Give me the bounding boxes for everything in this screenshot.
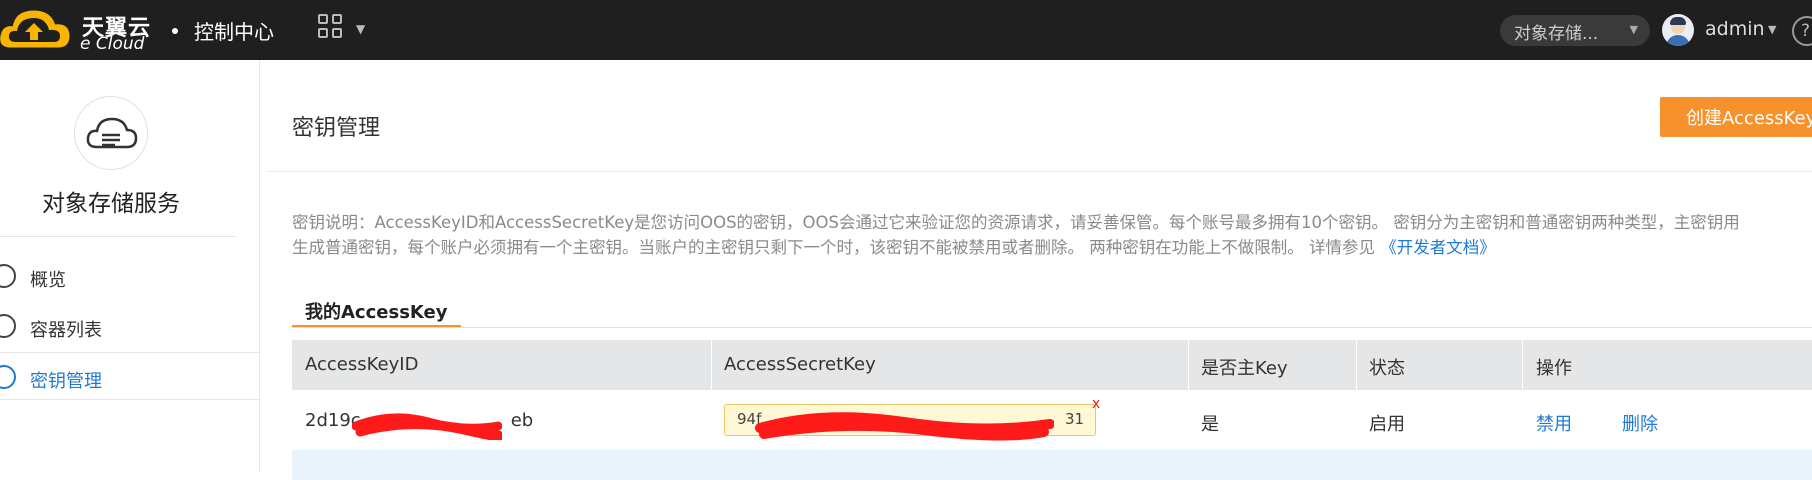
disable-link[interactable]: 禁用 (1536, 410, 1572, 436)
description-line-2: 生成普通密钥，每个账户必须拥有一个主密钥。当账户的主密钥只剩下一个时，该密钥不能… (292, 235, 1812, 260)
chevron-down-icon[interactable]: ▼ (1768, 23, 1776, 36)
sidebar-item-containers[interactable]: 容器列表 (0, 302, 260, 350)
secret-key-head: 94f (737, 410, 762, 428)
column-header-accesssecretkey: AccessSecretKey (724, 354, 876, 375)
console-title[interactable]: 控制中心 (172, 16, 274, 45)
service-select-value: 对象存储... (1514, 24, 1599, 44)
column-header-actions: 操作 (1536, 358, 1572, 379)
tab-my-accesskey[interactable]: 我的AccessKey (305, 298, 447, 324)
sidebar-item-label: 容器列表 (30, 320, 102, 341)
column-header-status: 状态 (1369, 358, 1405, 379)
table-row: 2d19c eb 94f 31 x 是 启用 禁用 删除 (292, 390, 1812, 450)
title-divider (268, 171, 1812, 172)
access-key-id: 2d19c eb (305, 410, 534, 431)
console-title-text: 控制中心 (194, 20, 274, 44)
cloud-logo-icon (0, 10, 70, 48)
close-icon[interactable]: x (1092, 396, 1100, 412)
user-name[interactable]: admin (1705, 18, 1765, 40)
sidebar: 对象存储服务 概览 容器列表 密钥管理 (0, 60, 260, 473)
help-icon[interactable]: ? (1792, 16, 1812, 46)
sidebar-item-label: 概览 (30, 270, 66, 291)
access-secret-key-box: 94f 31 (724, 404, 1096, 436)
page-title: 密钥管理 (292, 116, 381, 141)
table-header: AccessKeyID AccessSecretKey 是否主Key 状态 操作 (292, 340, 1812, 390)
chevron-down-icon: ▼ (1629, 23, 1638, 36)
column-header-is-primary: 是否主Key (1201, 358, 1288, 379)
service-title: 对象存储服务 (42, 191, 180, 217)
chevron-down-icon: ▼ (356, 22, 366, 36)
key-icon (0, 365, 16, 389)
table-row (292, 450, 1812, 480)
tab-baseline (292, 327, 1812, 328)
user-avatar[interactable] (1662, 14, 1694, 46)
service-select[interactable]: 对象存储... ▼ (1500, 15, 1650, 46)
sidebar-item-key-management[interactable]: 密钥管理 (0, 352, 260, 400)
description-line-1: 密钥说明：AccessKeyID和AccessSecretKey是您访问OOS的… (292, 213, 1740, 232)
app-grid-switcher[interactable]: ▼ (318, 14, 376, 46)
container-icon (0, 314, 16, 338)
description-line-2-text: 生成普通密钥，每个账户必须拥有一个主密钥。当账户的主密钥只剩下一个时，该密钥不能… (292, 238, 1381, 257)
ecloud-logo[interactable]: 天翼云 e Cloud (0, 4, 160, 56)
status-value: 启用 (1369, 414, 1405, 435)
sidebar-item-label: 密钥管理 (30, 371, 102, 392)
top-bar: 天翼云 e Cloud 控制中心 ▼ 对象存储... ▼ admin ▼ ? (0, 0, 1812, 60)
key-description: 密钥说明：AccessKeyID和AccessSecretKey是您访问OOS的… (292, 210, 1812, 260)
secret-key-tail: 31 (1065, 410, 1085, 428)
create-accesskey-button[interactable]: 创建AccessKey (1660, 97, 1812, 137)
overview-icon (0, 264, 16, 288)
column-header-accesskeyid: AccessKeyID (305, 354, 419, 375)
sidebar-item-overview[interactable]: 概览 (0, 252, 260, 300)
object-storage-icon (74, 96, 148, 170)
sidebar-divider (0, 236, 235, 237)
developer-doc-link[interactable]: 《开发者文档》 (1380, 238, 1496, 257)
delete-link[interactable]: 删除 (1622, 410, 1658, 436)
is-primary-value: 是 (1201, 414, 1219, 435)
logo-english-text: e Cloud (80, 34, 145, 54)
grid-icon (318, 14, 344, 40)
